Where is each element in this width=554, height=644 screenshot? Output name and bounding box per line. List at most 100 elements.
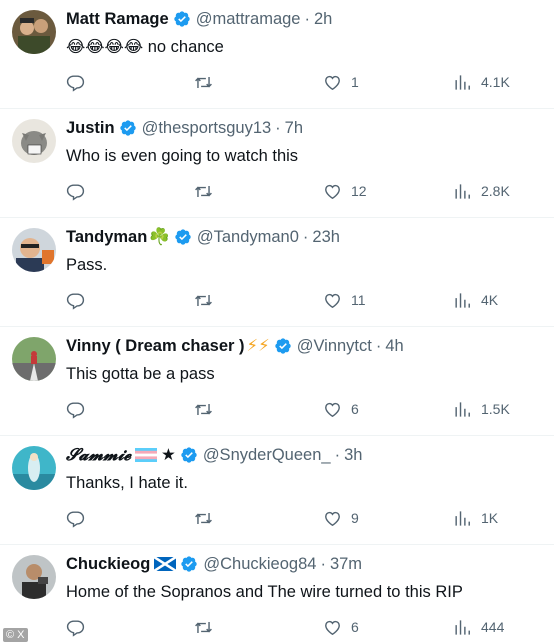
reply-button[interactable]: [66, 391, 94, 427]
like-button[interactable]: 1: [323, 64, 359, 100]
reply-button[interactable]: [66, 609, 94, 644]
views-count: 4K: [481, 292, 499, 308]
retweet-icon: [195, 294, 212, 306]
views-count: 4.1K: [481, 74, 510, 90]
timestamp[interactable]: 4h: [385, 335, 403, 357]
reply-icon: [66, 183, 85, 201]
retweet-button[interactable]: [194, 282, 222, 318]
separator-dot: ·: [375, 337, 382, 355]
like-icon: [325, 402, 340, 417]
like-icon: [325, 620, 340, 635]
tweet-text: Thanks, I hate it.: [66, 474, 188, 492]
views-button[interactable]: 2.8K: [453, 173, 510, 209]
views-count: 2.8K: [481, 183, 510, 199]
avatar[interactable]: [12, 555, 56, 599]
like-count: 12: [351, 183, 367, 199]
tweet-header: Chuckieog @Chuckieog84 · 37m: [66, 553, 362, 575]
views-icon: [455, 510, 470, 526]
reply-icon: [66, 401, 85, 419]
views-button[interactable]: 1.5K: [453, 391, 510, 427]
tweet-card[interactable]: Justin @thesportsguy13 · 7h Who is even …: [0, 109, 554, 218]
separator-dot: ·: [275, 119, 281, 137]
image-credit: © X: [3, 628, 28, 642]
tweet-card[interactable]: 𝓢𝓪𝓶𝓶𝓲𝓮 ★ @SnyderQueen_ · 3h Thanks, I ha…: [0, 436, 554, 545]
verified-badge-icon: [119, 120, 136, 136]
reply-feed: Matt Ramage @mattramage · 2h 😂😂😂😂 no cha…: [0, 0, 554, 644]
like-button[interactable]: 6: [323, 391, 359, 427]
retweet-icon: [195, 76, 212, 88]
reply-button[interactable]: [66, 64, 94, 100]
retweet-button[interactable]: [194, 64, 222, 100]
tweet-card[interactable]: Chuckieog @Chuckieog84 · 37m Home of the…: [0, 545, 554, 644]
user-handle[interactable]: @SnyderQueen_: [203, 444, 331, 466]
separator-dot: ·: [320, 555, 326, 573]
action-bar: 6 444: [66, 609, 526, 644]
avatar[interactable]: [12, 228, 56, 272]
tweet-text: 😂😂😂😂 no chance: [66, 38, 224, 56]
user-handle[interactable]: @mattramage: [196, 8, 301, 30]
like-button[interactable]: 11: [323, 282, 366, 318]
avatar[interactable]: [12, 337, 56, 381]
timestamp[interactable]: 7h: [285, 117, 303, 139]
like-button[interactable]: 12: [323, 173, 367, 209]
retweet-button[interactable]: [194, 173, 222, 209]
user-handle[interactable]: @Tandyman0: [197, 226, 299, 248]
reply-button[interactable]: [66, 282, 94, 318]
retweet-button[interactable]: [194, 609, 222, 644]
avatar[interactable]: [12, 10, 56, 54]
action-bar: 12 2.8K: [66, 173, 526, 209]
views-icon: [455, 619, 470, 635]
verified-badge-icon: [175, 229, 191, 245]
timestamp[interactable]: 23h: [312, 226, 340, 248]
reply-icon: [66, 74, 85, 92]
tweet-header: Matt Ramage @mattramage · 2h: [66, 8, 332, 30]
user-handle[interactable]: @thesportsguy13: [142, 117, 272, 139]
timestamp[interactable]: 37m: [330, 553, 362, 575]
views-button[interactable]: 4.1K: [453, 64, 510, 100]
display-name[interactable]: Vinny ( Dream chaser ): [66, 335, 245, 357]
shamrock-emoji: ☘️: [149, 228, 170, 246]
separator-dot: ·: [302, 228, 309, 246]
avatar[interactable]: [12, 119, 56, 163]
like-icon: [325, 75, 340, 90]
like-button[interactable]: 6: [323, 609, 359, 644]
action-bar: 11 4K: [66, 282, 526, 318]
retweet-button[interactable]: [194, 500, 222, 536]
like-count: 6: [351, 619, 359, 635]
lightning-emoji: ⚡⚡: [246, 337, 270, 355]
tweet-card[interactable]: Vinny ( Dream chaser ) ⚡⚡ @Vinnytct · 4h…: [0, 327, 554, 436]
like-count: 6: [351, 401, 359, 417]
reply-icon: [66, 510, 85, 528]
display-name[interactable]: Justin: [66, 117, 115, 139]
tweet-text: Home of the Sopranos and The wire turned…: [66, 583, 463, 601]
timestamp[interactable]: 2h: [314, 8, 332, 30]
tweet-text: Who is even going to watch this: [66, 147, 299, 165]
reply-button[interactable]: [66, 500, 94, 536]
retweet-button[interactable]: [194, 391, 222, 427]
tweet-card[interactable]: Matt Ramage @mattramage · 2h 😂😂😂😂 no cha…: [0, 0, 554, 109]
like-button[interactable]: 9: [323, 500, 359, 536]
scotland-flag-icon: [154, 557, 177, 571]
avatar[interactable]: [12, 446, 56, 490]
views-icon: [455, 74, 470, 90]
retweet-icon: [195, 512, 212, 524]
timestamp[interactable]: 3h: [344, 444, 362, 466]
views-button[interactable]: 1K: [453, 500, 498, 536]
action-bar: 1 4.1K: [66, 64, 526, 100]
like-icon: [325, 511, 340, 526]
reply-icon: [66, 619, 85, 637]
display-name[interactable]: Matt Ramage: [66, 8, 169, 30]
views-button[interactable]: 4K: [453, 282, 498, 318]
verified-badge-icon: [181, 447, 197, 463]
views-button[interactable]: 444: [453, 609, 504, 644]
views-icon: [455, 401, 470, 417]
display-name[interactable]: 𝓢𝓪𝓶𝓶𝓲𝓮: [66, 444, 131, 466]
reply-button[interactable]: [66, 173, 94, 209]
like-icon: [325, 184, 340, 199]
tweet-header: Tandyman ☘️ @Tandyman0 · 23h: [66, 226, 340, 248]
user-handle[interactable]: @Vinnytct: [297, 335, 372, 357]
display-name[interactable]: Tandyman: [66, 226, 147, 248]
tweet-card[interactable]: Tandyman ☘️ @Tandyman0 · 23h Pass. 11 4K: [0, 218, 554, 327]
display-name[interactable]: Chuckieog: [66, 553, 150, 575]
user-handle[interactable]: @Chuckieog84: [203, 553, 316, 575]
